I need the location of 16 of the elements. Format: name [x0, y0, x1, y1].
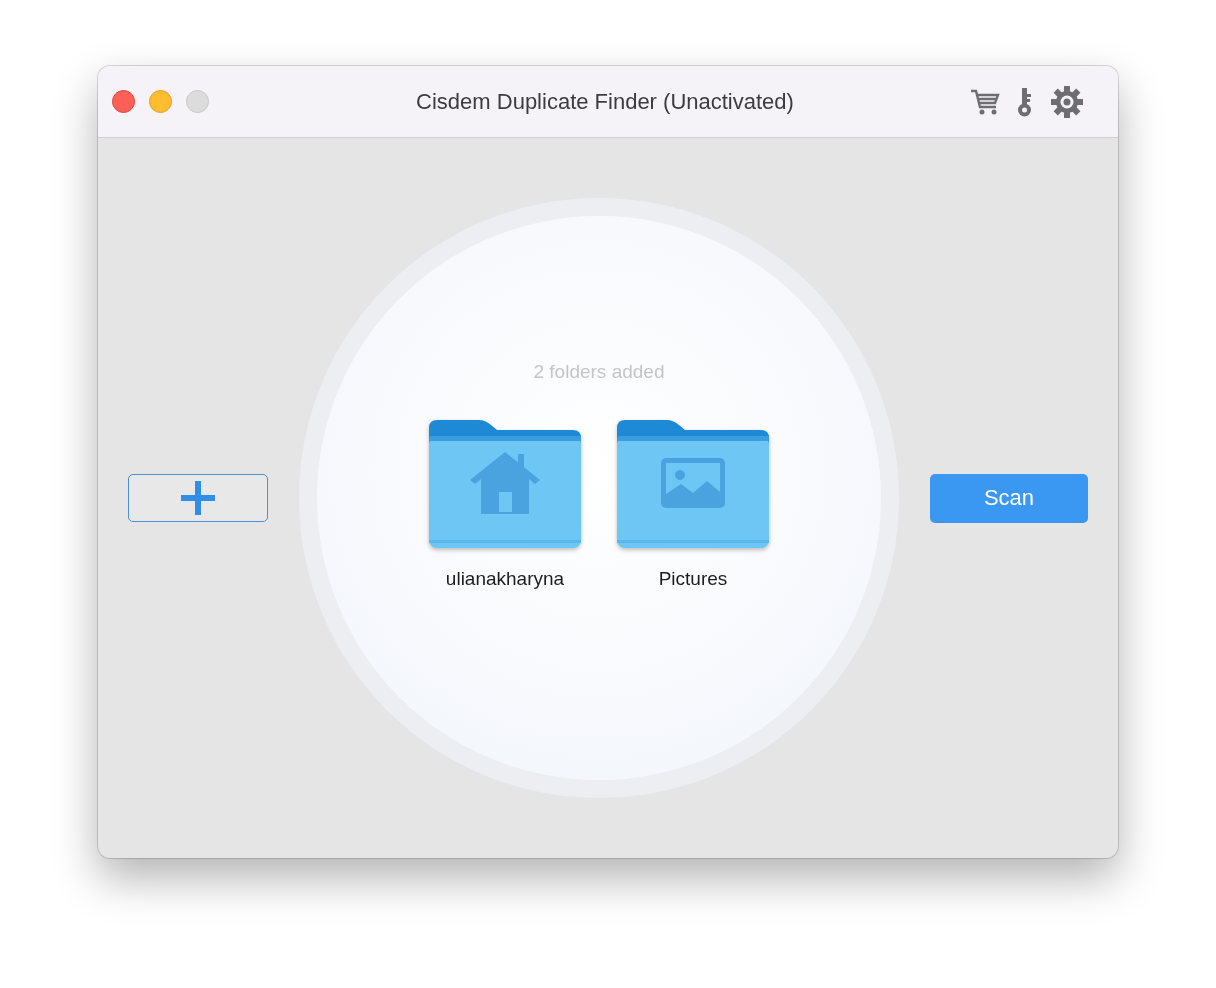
minimize-button[interactable]: [149, 90, 172, 113]
window-title: Cisdem Duplicate Finder (Unactivated): [415, 88, 795, 115]
folder-icon[interactable]: [617, 418, 769, 548]
folders-count: 2 folders added: [533, 361, 665, 383]
drop-area[interactable]: 2 folders added ulianakharyna Pictures: [317, 216, 881, 780]
settings-icon[interactable]: [1050, 84, 1084, 119]
add-folder-button[interactable]: [128, 474, 268, 522]
plus-icon: [181, 481, 215, 515]
cart-icon[interactable]: [970, 87, 1000, 116]
folder-icon[interactable]: [429, 418, 581, 548]
image-icon: [661, 458, 725, 508]
folder-name: ulianakharyna: [445, 568, 565, 590]
close-button[interactable]: [112, 90, 135, 113]
folder-name: Pictures: [658, 568, 728, 590]
house-icon: [470, 452, 540, 514]
key-icon[interactable]: [1016, 86, 1034, 117]
